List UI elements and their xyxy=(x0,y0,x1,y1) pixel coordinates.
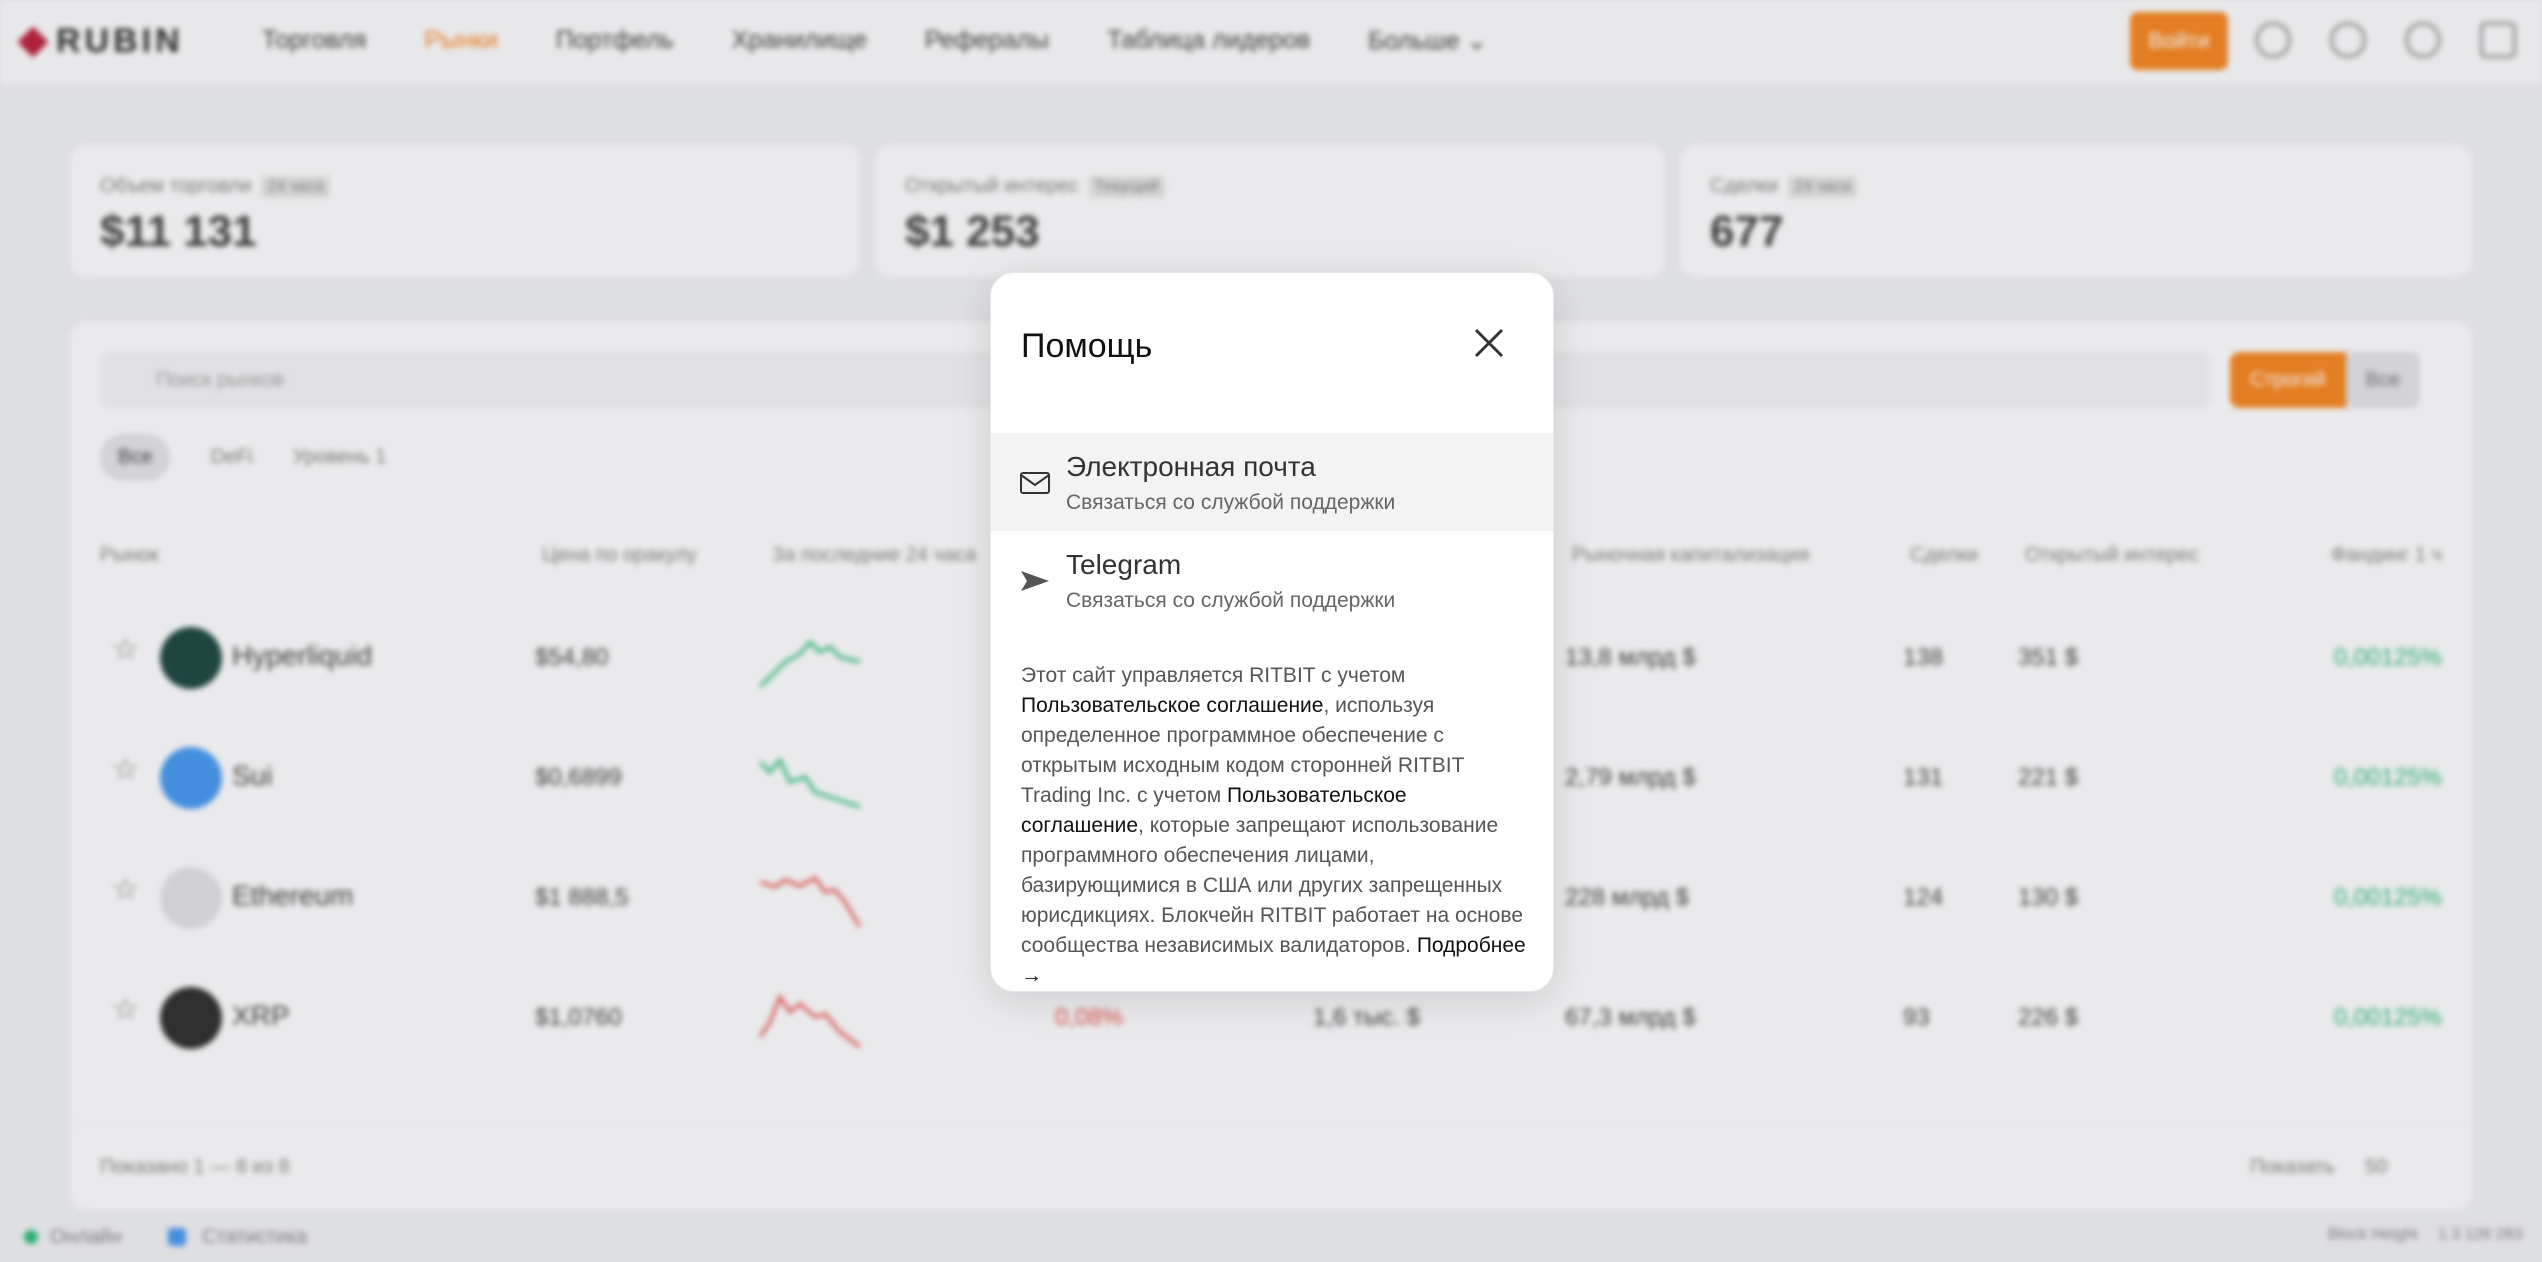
close-icon[interactable] xyxy=(1467,321,1511,365)
help-modal: Помощь Электронная почта Связаться со сл… xyxy=(990,272,1554,992)
disclaimer-text: Этот сайт управляется RITBIT с учетом xyxy=(1021,664,1406,687)
contact-telegram-option[interactable]: Telegram Связаться со службой поддержки xyxy=(991,531,1553,629)
option-subtitle: Связаться со службой поддержки xyxy=(1066,589,1396,612)
option-title: Telegram xyxy=(1066,549,1182,580)
legal-disclaimer: Этот сайт управляется RITBIT с учетом По… xyxy=(1021,661,1531,991)
option-subtitle: Связаться со службой поддержки xyxy=(1066,491,1396,514)
contact-email-option[interactable]: Электронная почта Связаться со службой п… xyxy=(991,433,1553,531)
user-agreement-link[interactable]: Пользовательское соглашение xyxy=(1021,694,1323,717)
modal-title: Помощь xyxy=(1021,327,1153,365)
telegram-icon xyxy=(1021,571,1049,591)
mail-icon xyxy=(1020,472,1050,494)
option-title: Электронная почта xyxy=(1066,451,1316,482)
